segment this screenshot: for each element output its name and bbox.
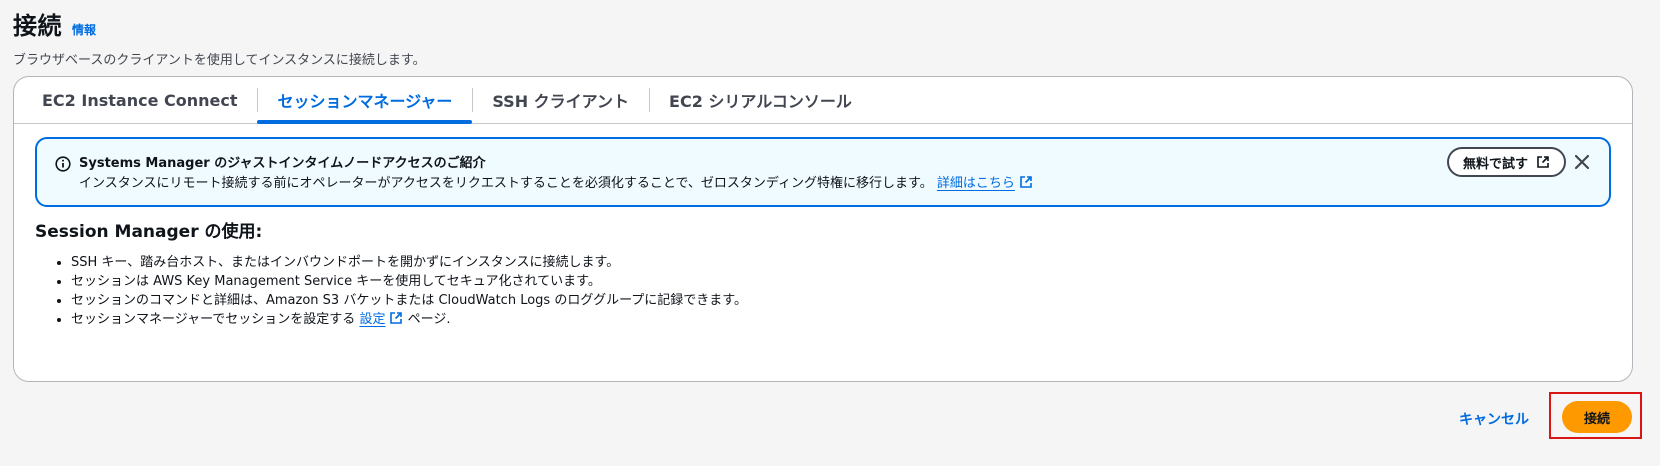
tab-session-manager[interactable]: セッションマネージャー bbox=[257, 77, 473, 124]
last-bullet-prefix: セッションマネージャーでセッションを設定する bbox=[71, 312, 356, 327]
info-circle-icon bbox=[55, 156, 71, 172]
tab-ec2-serial-console[interactable]: EC2 シリアルコンソール bbox=[649, 77, 872, 123]
close-icon[interactable] bbox=[1572, 152, 1592, 172]
page-description: ブラウザベースのクライアントを使用してインスタンスに接続します。 bbox=[13, 53, 426, 68]
connect-button[interactable]: 接続 bbox=[1562, 401, 1632, 433]
alert-content: Systems Manager のジャストインタイムノードアクセスのご紹介 イン… bbox=[79, 154, 1033, 194]
list-item: セッションマネージャーでセッションを設定する 設定 ページ. bbox=[71, 310, 747, 329]
list-item: セッションは AWS Key Management Service キーを使用し… bbox=[71, 272, 747, 291]
learn-more-link[interactable]: 詳細はこちら bbox=[937, 176, 1033, 191]
title-row: 接続 情報 bbox=[13, 6, 426, 41]
alert-body-text: インスタンスにリモート接続する前にオペレーターがアクセスをリクエストすることを必… bbox=[79, 176, 933, 191]
connect-page: 接続 情報 ブラウザベースのクライアントを使用してインスタンスに接続します。 E… bbox=[0, 0, 1660, 466]
try-free-label: 無料で試す bbox=[1463, 156, 1529, 172]
page-title: 接続 bbox=[13, 12, 62, 40]
tab-ssh-client[interactable]: SSH クライアント bbox=[472, 77, 649, 123]
settings-link[interactable]: 設定 bbox=[359, 312, 403, 327]
external-link-icon bbox=[1537, 156, 1549, 168]
try-free-button[interactable]: 無料で試す bbox=[1447, 147, 1567, 177]
settings-link-label: 設定 bbox=[359, 312, 386, 327]
session-manager-title: Session Manager の使用: bbox=[35, 222, 263, 242]
external-link-icon bbox=[1020, 176, 1032, 188]
external-link-icon bbox=[390, 312, 403, 324]
info-alert: Systems Manager のジャストインタイムノードアクセスのご紹介 イン… bbox=[35, 137, 1611, 207]
cancel-button[interactable]: キャンセル bbox=[1459, 409, 1529, 429]
page-header: 接続 情報 ブラウザベースのクライアントを使用してインスタンスに接続します。 bbox=[13, 6, 426, 68]
alert-title: Systems Manager のジャストインタイムノードアクセスのご紹介 bbox=[79, 156, 486, 171]
alert-body: インスタンスにリモート接続する前にオペレーターがアクセスをリクエストすることを必… bbox=[79, 174, 1033, 194]
list-item: セッションのコマンドと詳細は、Amazon S3 バケットまたは CloudWa… bbox=[71, 291, 747, 310]
info-link[interactable]: 情報 bbox=[72, 21, 96, 38]
session-manager-list: SSH キー、踏み台ホスト、またはインバウンドポートを開かずにインスタンスに接続… bbox=[71, 253, 747, 329]
tab-ec2-instance-connect[interactable]: EC2 Instance Connect bbox=[22, 77, 257, 123]
list-item: SSH キー、踏み台ホスト、またはインバウンドポートを開かずにインスタンスに接続… bbox=[71, 253, 747, 272]
connection-method-panel: EC2 Instance Connect セッションマネージャー SSH クライ… bbox=[13, 76, 1633, 382]
learn-more-label: 詳細はこちら bbox=[936, 176, 1015, 191]
last-bullet-suffix: ページ. bbox=[407, 312, 451, 327]
tab-bar: EC2 Instance Connect セッションマネージャー SSH クライ… bbox=[14, 77, 1632, 124]
